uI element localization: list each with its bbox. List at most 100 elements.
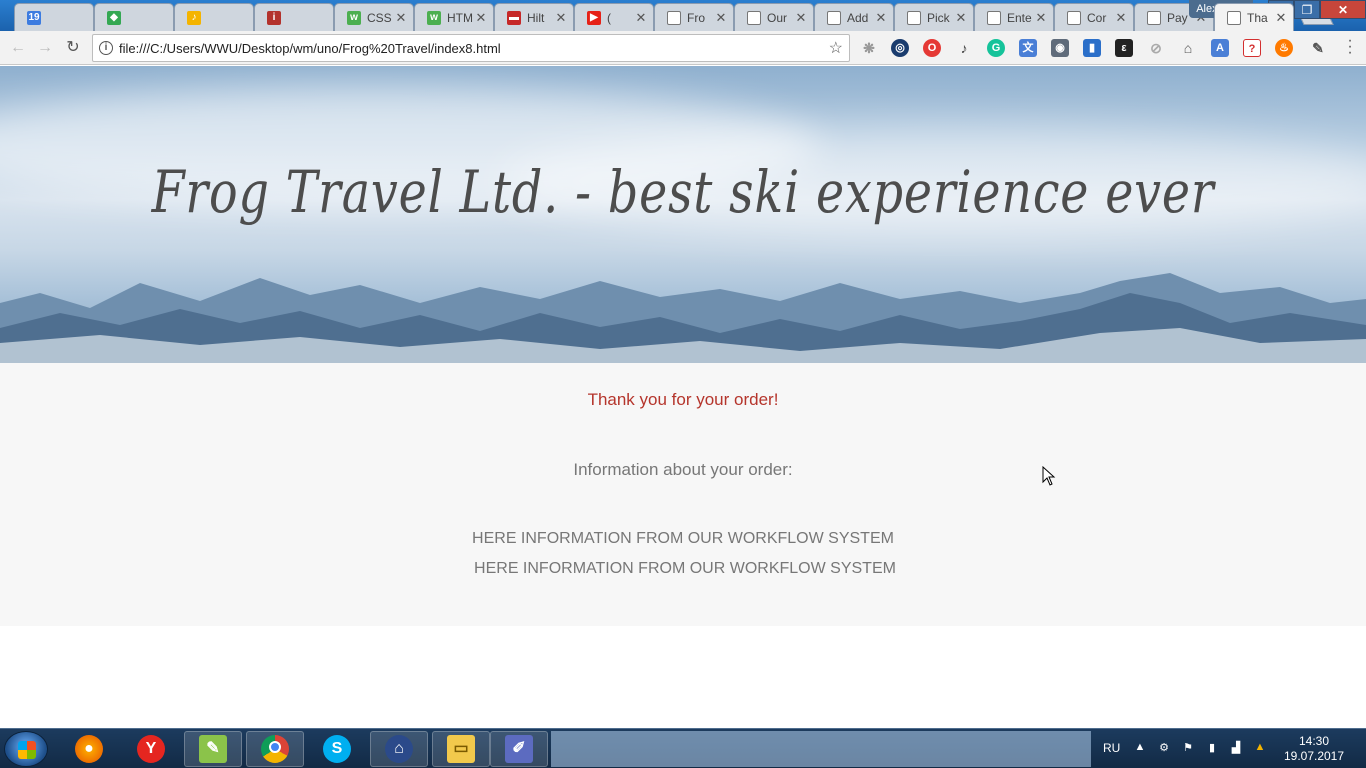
taskbar-notepad[interactable]: ✎ [184, 731, 242, 767]
tab-title: ( [607, 10, 611, 25]
address-bar[interactable]: i file:///C:/Users/WWU/Desktop/wm/uno/Fr… [92, 34, 850, 62]
order-confirmation: Thank you for your order! Information ab… [0, 363, 1366, 626]
tab-music[interactable]: ♪ [174, 3, 254, 31]
tab-title: Fro [687, 10, 705, 25]
page-icon [667, 10, 681, 25]
close-icon[interactable]: ✕ [475, 10, 487, 26]
show-hidden-icons-icon[interactable]: ▲ [1133, 741, 1147, 755]
tab-add[interactable]: Add ✕ [814, 3, 894, 31]
network-share-icon[interactable]: ⚙ [1157, 741, 1171, 755]
editor-icon: ✐ [505, 735, 533, 763]
taskbar-firefox[interactable]: ● [60, 731, 118, 767]
info-icon[interactable]: i [99, 41, 113, 55]
tab-css[interactable]: w CSS ✕ [334, 3, 414, 31]
page-icon [987, 10, 1001, 25]
page-icon [1147, 10, 1161, 25]
close-icon[interactable]: ✕ [395, 10, 407, 26]
tab-thank-you[interactable]: Tha ✕ [1214, 3, 1294, 31]
page-icon [1067, 10, 1081, 25]
taskbar-yandex[interactable]: Y [122, 731, 180, 767]
tab-calendar[interactable]: 19 [14, 3, 94, 31]
close-window-button[interactable]: ✕ [1320, 0, 1366, 19]
taskbar-toolbar-area [551, 731, 1091, 767]
taskbar-keepass[interactable]: ⌂ [370, 731, 428, 767]
youtube-icon: ▶ [587, 10, 601, 25]
fire-extension-icon[interactable]: ♨ [1275, 39, 1293, 57]
battery-icon[interactable]: ▮ [1205, 741, 1219, 755]
translator-extension-icon[interactable]: A [1211, 39, 1229, 57]
maximize-button[interactable]: ❐ [1294, 0, 1320, 19]
google-drive-icon[interactable]: ▲ [1253, 741, 1267, 755]
close-icon[interactable]: ✕ [955, 10, 967, 26]
grammarly-extension-icon[interactable]: G [987, 39, 1005, 57]
reload-button[interactable]: ↻ [62, 37, 84, 59]
tab-title: Add [847, 10, 869, 25]
close-icon[interactable]: ✕ [875, 10, 887, 26]
menu-icon[interactable]: · · · [1343, 33, 1357, 61]
close-icon[interactable]: ✕ [795, 10, 807, 26]
yandex-icon: Y [137, 735, 165, 763]
tab-title: Our [767, 10, 788, 25]
close-icon[interactable]: ✕ [635, 10, 647, 26]
taskbar-skype[interactable]: S [308, 731, 366, 767]
web-page: Frog Travel Ltd. - best ski experience e… [0, 66, 1366, 728]
tab-info[interactable]: i [254, 3, 334, 31]
tab-title: Cor [1087, 10, 1107, 25]
tab-pick[interactable]: Pick ✕ [894, 3, 974, 31]
bookmark-extension-icon[interactable]: ▮ [1083, 39, 1101, 57]
tab-frog[interactable]: Fro ✕ [654, 3, 734, 31]
page-icon [747, 10, 761, 25]
help-extension-icon[interactable]: ? [1243, 39, 1261, 57]
address-url[interactable]: file:///C:/Users/WWU/Desktop/wm/uno/Frog… [119, 41, 501, 56]
hero-title: Frog Travel Ltd. - best ski experience e… [151, 158, 1215, 226]
taskbar-explorer[interactable]: ▭ [432, 731, 490, 767]
off-extension-icon[interactable]: ⌂ [1179, 39, 1197, 57]
tab-hilton[interactable]: ▬ Hilt ✕ [494, 3, 574, 31]
explorer-icon: ▭ [447, 735, 475, 763]
close-icon[interactable]: ✕ [555, 10, 567, 26]
firefox-icon: ● [75, 735, 103, 763]
close-icon[interactable]: ✕ [715, 10, 727, 26]
mountain-range-image [0, 273, 1366, 363]
opera-extension-icon[interactable]: O [923, 39, 941, 57]
eye-extension-icon[interactable]: ◉ [1051, 39, 1069, 57]
language-indicator[interactable]: RU [1103, 741, 1120, 755]
globe-extension-icon[interactable]: ◎ [891, 39, 909, 57]
thank-you-message: Thank you for your order! [587, 390, 779, 409]
translate-extension-icon[interactable]: 文 [1019, 39, 1037, 57]
page-icon [907, 10, 921, 25]
forward-button[interactable]: → [34, 37, 56, 59]
notepad-icon: ✎ [199, 735, 227, 763]
close-icon[interactable]: ✕ [1035, 10, 1047, 26]
bookmark-star-icon[interactable]: ☆ [829, 38, 843, 58]
back-button[interactable]: ← [7, 37, 29, 59]
music-extension-icon[interactable]: ♪ [955, 39, 973, 57]
tab-enter[interactable]: Ente ✕ [974, 3, 1054, 31]
tab-our[interactable]: Our ✕ [734, 3, 814, 31]
disabled-extension-icon[interactable]: ⊘ [1147, 39, 1165, 57]
start-button[interactable] [4, 731, 48, 767]
tab-title: CSS [367, 10, 392, 25]
signal-icon[interactable]: ▟ [1229, 741, 1243, 755]
taskbar-chrome[interactable] [246, 731, 304, 767]
windows-logo-icon [18, 741, 36, 759]
tab-list: 19 ◆ ♪ i w CSS ✕ w HTM ✕ ▬ Hilt ✕ ▶ ( ✕ [14, 3, 1334, 31]
close-icon[interactable]: ✕ [1115, 10, 1127, 26]
system-clock[interactable]: 14:30 19.07.2017 [1276, 734, 1352, 764]
flag-icon[interactable]: ⚑ [1181, 741, 1195, 755]
pen-extension-icon[interactable]: ✎ [1309, 39, 1327, 57]
evernote-extension-icon[interactable]: ε [1115, 39, 1133, 57]
paw-extension-icon[interactable]: ❋ [860, 39, 878, 57]
tab-youtube[interactable]: ▶ ( ✕ [574, 3, 654, 31]
tab-title: Pick [927, 10, 950, 25]
tab-title: HTM [447, 10, 473, 25]
close-icon[interactable]: ✕ [1275, 10, 1287, 26]
browser-toolbar: ← → ↻ i file:///C:/Users/WWU/Desktop/wm/… [0, 31, 1366, 65]
taskbar-editor[interactable]: ✐ [490, 731, 548, 767]
w3-icon: w [427, 10, 441, 25]
tab-html[interactable]: w HTM ✕ [414, 3, 494, 31]
hero-banner: Frog Travel Ltd. - best ski experience e… [0, 66, 1366, 363]
tab-maps[interactable]: ◆ [94, 3, 174, 31]
clock-date: 19.07.2017 [1283, 749, 1345, 763]
tab-cor[interactable]: Cor ✕ [1054, 3, 1134, 31]
